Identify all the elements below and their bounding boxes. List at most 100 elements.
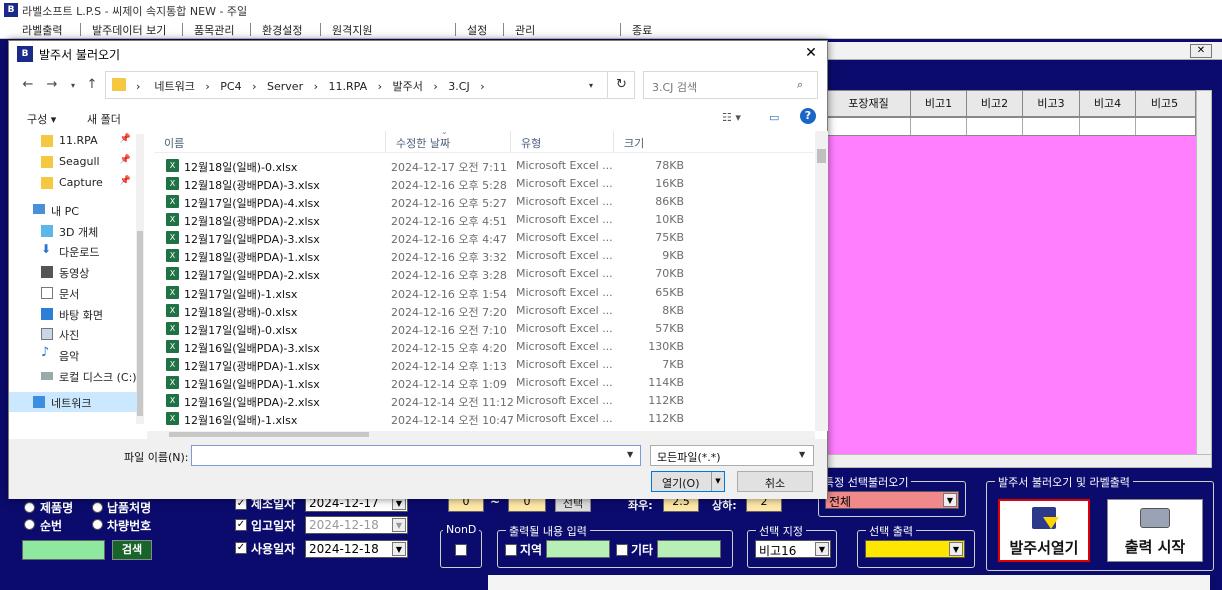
grid-cell[interactable] (827, 118, 911, 135)
file-row[interactable]: X 12월18일(광배PDA)-2.xlsx 2024-12-16 오후 4:51 M… (164, 211, 684, 229)
back-arrow-icon[interactable]: ← (19, 77, 37, 92)
chevron-down-icon[interactable]: ▼ (949, 542, 963, 556)
checkbox-etc[interactable] (616, 544, 628, 556)
region-input[interactable] (546, 540, 610, 558)
file-row[interactable]: X 12월18일(일배)-0.xlsx 2024-12-17 오전 7:11 Micr… (164, 157, 684, 175)
checkbox-receipt-date[interactable]: ✓ (235, 519, 247, 531)
radio-vendor-name[interactable] (92, 502, 103, 513)
menu-order-data[interactable]: 발주데이터 보기 (92, 22, 166, 38)
breadcrumb-item[interactable]: 3.CJ (448, 80, 469, 93)
breadcrumb-item[interactable]: Server (267, 80, 303, 93)
nav-item-videos[interactable]: 동영상 (9, 262, 137, 282)
file-row[interactable]: X 12월17일(일배PDA)-2.xlsx 2024-12-16 오후 3:28 M… (164, 265, 684, 283)
file-row[interactable]: X 12월18일(광배PDA)-3.xlsx 2024-12-16 오후 5:28 M… (164, 175, 684, 193)
close-icon[interactable]: ✕ (801, 44, 821, 62)
grid-cell[interactable] (1080, 118, 1136, 135)
column-header-type[interactable]: 유형 (511, 131, 614, 153)
forward-arrow-icon[interactable]: → (43, 77, 61, 92)
menu-label-print[interactable]: 라벨출력 (22, 22, 62, 38)
file-list-scroll-thumb[interactable] (817, 149, 826, 163)
nav-item-music[interactable]: ♪ 음악 (9, 345, 137, 365)
nav-item-downloads[interactable]: ⬇ 다운로드 (9, 241, 137, 261)
grid-col-header[interactable]: 비고5 (1136, 91, 1193, 116)
grid-col-header[interactable]: 비고3 (1023, 91, 1080, 116)
view-options-icon[interactable]: ☷ ▾ (722, 111, 741, 124)
grid-col-header[interactable]: 비고1 (911, 91, 967, 116)
nav-item-network[interactable]: 네트워크 (9, 392, 137, 412)
nav-item-this-pc[interactable]: 내 PC (9, 200, 137, 220)
filetype-dropdown[interactable]: 모든파일(*.*) (650, 445, 814, 466)
file-row[interactable]: X 12월17일(일배)-1.xlsx 2024-12-16 오후 1:54 Micr… (164, 284, 684, 302)
search-input[interactable]: 3.CJ 검색 (643, 71, 818, 99)
select-spec-dropdown[interactable]: 비고16 ▼ (755, 540, 831, 558)
nav-item-3d-objects[interactable]: 3D 개체 (9, 221, 137, 241)
search-input[interactable] (22, 540, 105, 560)
address-dropdown-icon[interactable]: ▾ (589, 81, 593, 90)
search-button[interactable]: 검색 (112, 540, 152, 560)
menu-remote[interactable]: 원격지원 (332, 22, 372, 38)
grid-col-header[interactable]: 비고4 (1080, 91, 1136, 116)
column-header-name[interactable]: 이름 (154, 131, 386, 153)
nav-item-11rpa[interactable]: 11.RPA 📌 (9, 131, 137, 151)
grid-row[interactable] (826, 117, 1196, 136)
grid-cell[interactable] (967, 118, 1023, 135)
file-row[interactable]: X 12월16일(일배)-1.xlsx 2024-12-14 오전 10:47 Mic… (164, 410, 684, 428)
cancel-button[interactable]: 취소 (737, 471, 813, 492)
file-list-hscroll-thumb[interactable] (169, 432, 369, 437)
receipt-date-picker[interactable]: 2024-12-18 ▼ (305, 516, 408, 534)
refresh-icon[interactable]: ↻ (607, 71, 635, 99)
radio-vehicle-number[interactable] (92, 519, 103, 530)
chevron-down-icon[interactable]: ▼ (392, 542, 406, 556)
radio-sequence[interactable] (24, 519, 35, 530)
grid-col-header[interactable]: 포장재질 (827, 91, 911, 116)
nav-item-local-disk[interactable]: 로컬 디스크 (C:) (9, 366, 137, 386)
grid-body[interactable] (826, 136, 1196, 454)
grid-horizontal-scrollbar[interactable] (826, 454, 1212, 468)
menu-settings-env[interactable]: 환경설정 (262, 22, 302, 38)
grid-cell[interactable] (911, 118, 967, 135)
breadcrumb-item[interactable]: 발주서 (393, 80, 423, 93)
grid-cell[interactable] (1023, 118, 1080, 135)
up-arrow-icon[interactable]: ↑ (83, 77, 101, 92)
file-row[interactable]: X 12월16일(일배PDA)-3.xlsx 2024-12-15 오후 4:20 M… (164, 338, 684, 356)
chevron-down-icon[interactable]: ▼ (627, 450, 633, 459)
checkbox-use-date[interactable]: ✓ (235, 542, 247, 554)
file-list-scrollbar[interactable] (815, 131, 828, 431)
chevron-down-icon[interactable]: ▼ (799, 450, 805, 459)
file-row[interactable]: X 12월16일(일배PDA)-2.xlsx 2024-12-14 오전 11:12… (164, 392, 684, 410)
nav-item-desktop[interactable]: 바탕 화면 (9, 304, 137, 324)
use-date-picker[interactable]: 2024-12-18 ▼ (305, 540, 408, 558)
grid-cell[interactable] (1136, 118, 1193, 135)
organize-button[interactable]: 구성 ▾ (27, 111, 56, 127)
start-print-button[interactable]: 출력 시작 (1107, 499, 1203, 562)
specific-select-dropdown[interactable]: 전체 ▼ (825, 491, 959, 509)
file-row[interactable]: X 12월16일(일배PDA)-1.xlsx 2024-12-14 오후 1:09 M… (164, 374, 684, 392)
breadcrumb-item[interactable]: 11.RPA (329, 80, 368, 93)
filename-input[interactable] (191, 445, 641, 466)
nav-scroll-thumb[interactable] (137, 231, 143, 416)
help-icon[interactable]: ? (800, 108, 816, 124)
menu-items[interactable]: 품목관리 (194, 22, 234, 38)
breadcrumb-item[interactable]: 네트워크 (154, 80, 194, 93)
file-row[interactable]: X 12월18일(광배)-0.xlsx 2024-12-16 오전 7:20 Micr… (164, 302, 684, 320)
new-folder-button[interactable]: 새 폴더 (87, 111, 121, 127)
menu-setup[interactable]: 설정 (467, 22, 487, 38)
checkbox-region[interactable] (505, 544, 517, 556)
chevron-down-icon[interactable]: ▼ (815, 542, 829, 556)
column-header-date[interactable]: 수정한 날짜 (386, 131, 511, 153)
nav-item-seagull[interactable]: Seagull 📌 (9, 152, 137, 172)
preview-pane-icon[interactable]: ▭ (769, 111, 779, 124)
menu-manage[interactable]: 관리 (515, 22, 535, 38)
checkbox-nond[interactable] (455, 544, 467, 556)
grid-col-header[interactable]: 비고2 (967, 91, 1023, 116)
column-header-size[interactable]: 크기 (614, 131, 684, 153)
breadcrumb-item[interactable]: PC4 (220, 80, 241, 93)
checkbox-manufacture-date[interactable]: ✓ (235, 498, 247, 510)
recent-dropdown-icon[interactable]: ▾ (64, 81, 82, 90)
file-row[interactable]: X 12월18일(광배PDA)-1.xlsx 2024-12-16 오후 3:32 M… (164, 247, 684, 265)
open-order-button[interactable]: 발주서열기 (998, 499, 1090, 562)
chevron-down-icon[interactable]: ▼ (943, 493, 957, 507)
file-row[interactable]: X 12월17일(일배PDA)-4.xlsx 2024-12-16 오후 5:27 M… (164, 193, 684, 211)
nav-item-pictures[interactable]: 사진 (9, 324, 137, 344)
etc-input[interactable] (657, 540, 721, 558)
